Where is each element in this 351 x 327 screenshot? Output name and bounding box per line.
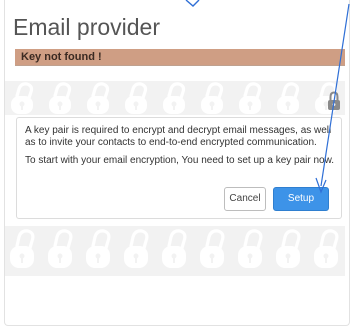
setup-button[interactable]: Setup xyxy=(273,187,329,211)
cancel-button[interactable]: Cancel xyxy=(224,187,266,211)
key-required-dialog: A key pair is required to encrypt and de… xyxy=(16,117,342,219)
lock-icon xyxy=(327,91,341,111)
error-banner: Key not found ! xyxy=(15,49,345,66)
padlock-pattern-icon xyxy=(5,81,345,115)
page-title: Email provider xyxy=(13,14,160,40)
padlock-pattern-icon xyxy=(5,226,345,276)
instruction-text: To start with your email encryption, You… xyxy=(25,155,335,166)
explanation-text: A key pair is required to encrypt and de… xyxy=(25,125,332,148)
